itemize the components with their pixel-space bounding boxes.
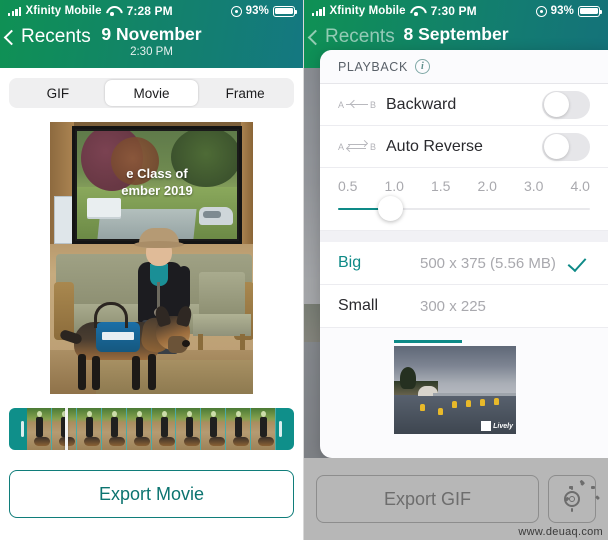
speed-tick: 1.5 [431,178,451,194]
speed-tick: 4.0 [570,178,590,194]
signal-bars-icon [312,6,326,16]
nav-title-block-right: 8 September [304,24,608,45]
export-movie-button[interactable]: Export Movie [9,470,294,518]
left-phone-panel: Xfinity Mobile 7:28 PM 93% Recents 9 Nov… [0,0,304,540]
a-to-b-backward-icon: AB [338,99,377,110]
checkmark-icon [570,257,590,269]
right-phone-panel: Xfinity Mobile 7:30 PM 93% Recents 8 Sep… [304,0,608,540]
status-right-group-right: 93% [535,5,603,17]
speed-tick: 1.0 [384,178,404,194]
clock-label: 7:30 PM [430,4,477,18]
status-bar-left: Xfinity Mobile 7:28 PM 93% [0,0,303,22]
filmstrip-frame [151,408,177,450]
info-circle-icon[interactable]: i [414,59,430,74]
carrier-label: Xfinity Mobile [329,5,406,17]
size-option-small-dimensions: 300 x 225 [420,297,486,315]
filmstrip-frame [76,408,102,450]
left-content-area: GIF Movie Frame e Class of ember 2019 Ex… [0,68,303,540]
photo-preview[interactable]: e Class of ember 2019 [50,122,253,394]
export-settings-modal: PLAYBACK i AB Backward AB Auto Reverse 0… [320,50,608,458]
a-to-b-reverse-icon: AB [338,140,377,152]
wifi-icon [410,6,423,16]
battery-percent-label: 93% [550,5,574,17]
speed-tick: 3.0 [524,178,544,194]
battery-percent-label: 93% [245,5,269,17]
nav-title-date: 9 November [101,24,202,44]
battery-icon [578,5,603,17]
preview-progress-bar [394,340,463,344]
size-option-small-name: Small [338,297,379,314]
slider-track-fill [338,207,384,211]
filmstrip-frame [226,408,252,450]
filmstrip-timeline[interactable] [9,408,294,450]
filmstrip-wrap [9,408,294,450]
battery-icon [273,5,298,17]
size-option-small[interactable]: Small 300 x 225 [320,285,608,328]
modal-section-gap [320,231,608,242]
status-left-group: Xfinity Mobile 7:28 PM [8,4,173,18]
lively-watermark: Lively [481,421,513,431]
gear-icon [560,486,584,512]
speed-tick: 2.0 [477,178,497,194]
row-auto-reverse[interactable]: AB Auto Reverse [320,126,608,168]
gif-preview-thumbnail[interactable]: Lively [394,340,516,434]
slider-thumb[interactable] [378,196,404,221]
location-services-icon [535,5,547,17]
status-right-group: 93% [230,5,298,17]
playhead-indicator[interactable] [65,408,68,450]
export-gif-button[interactable]: Export GIF [316,475,539,523]
carrier-label: Xfinity Mobile [25,5,102,17]
wifi-icon [106,6,119,16]
mode-segmented-control[interactable]: GIF Movie Frame [9,78,294,108]
row-backward[interactable]: AB Backward [320,84,608,126]
status-left-group-right: Xfinity Mobile 7:30 PM [312,4,477,18]
photo-preview-wrap: e Class of ember 2019 [0,122,303,394]
trim-handle-right[interactable] [276,408,285,450]
nav-title-date: 8 September [403,24,509,44]
speed-slider[interactable] [338,196,590,221]
dual-phone-screenshot: Xfinity Mobile 7:28 PM 93% Recents 9 Nov… [0,0,608,540]
playback-section-header: PLAYBACK i [320,50,608,84]
status-bar-right: Xfinity Mobile 7:30 PM 93% [304,0,608,22]
tab-gif[interactable]: GIF [11,80,105,106]
segmented-control-wrap: GIF Movie Frame [0,68,303,108]
filmstrip-frame [27,408,52,450]
signal-bars-icon [8,6,22,16]
trim-handle-left[interactable] [18,408,27,450]
photo-service-dog [58,302,196,394]
speed-slider-block: 0.5 1.0 1.5 2.0 3.0 4.0 [320,168,608,231]
preview-thumbnail-image: Lively [394,346,516,434]
row-backward-label: Backward [386,95,457,113]
nav-bar-left: Recents 9 November 2:30 PM [0,22,303,68]
size-option-big-name: Big [338,254,362,271]
toggle-backward[interactable] [542,90,590,119]
page-watermark: www.deuaq.com [518,526,603,538]
row-auto-reverse-label: Auto Reverse [386,137,483,155]
settings-gear-button[interactable] [548,475,596,523]
tab-frame[interactable]: Frame [198,80,292,106]
filmstrip-frame [201,408,227,450]
nav-title-block: 9 November 2:30 PM [0,24,303,60]
playback-header-label: PLAYBACK [338,59,408,74]
filmstrip-frame [176,408,202,450]
location-services-icon [230,5,242,17]
nav-title-time: 2:30 PM [130,46,173,58]
clock-label: 7:28 PM [126,4,173,18]
size-option-big-dimensions: 500 x 375 (5.56 MB) [420,254,556,272]
photo-tv-caption: e Class of ember 2019 [121,166,193,198]
lively-logo-icon [481,421,492,431]
speed-tick: 0.5 [338,178,358,194]
tab-movie[interactable]: Movie [104,80,199,106]
size-option-big[interactable]: Big 500 x 375 (5.56 MB) [320,242,608,285]
filmstrip-frame [126,408,152,450]
lively-watermark-label: Lively [493,422,513,430]
speed-tick-labels: 0.5 1.0 1.5 2.0 3.0 4.0 [338,178,590,194]
filmstrip-frame [101,408,127,450]
toggle-auto-reverse[interactable] [542,132,590,161]
filmstrip-frame [251,408,276,450]
